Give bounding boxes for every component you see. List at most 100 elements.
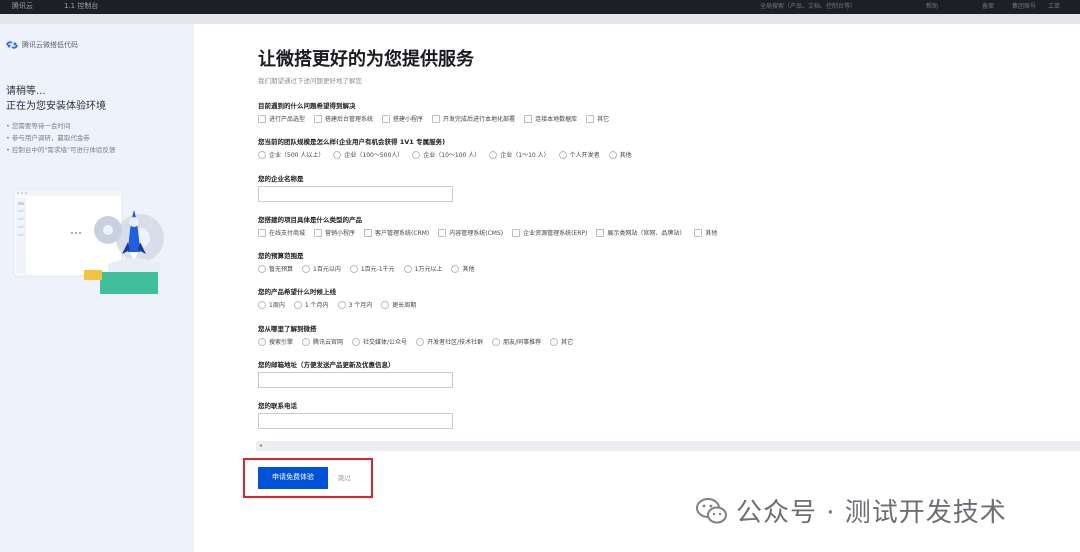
workspace-switcher[interactable]: 1.1 控制台	[64, 1, 98, 11]
radio-option[interactable]: 3 个月内	[337, 300, 372, 309]
checkbox[interactable]	[258, 114, 266, 123]
radio-option[interactable]: 其他	[608, 150, 632, 159]
radio[interactable]	[451, 264, 460, 273]
radio-option[interactable]: 个人开发者	[558, 150, 600, 159]
radio[interactable]	[333, 150, 342, 159]
checkbox[interactable]	[314, 228, 323, 237]
radio[interactable]	[403, 264, 412, 273]
checkbox-option[interactable]: 企业资源管理系统(ERP)	[512, 228, 587, 237]
radio-option[interactable]: 1百元以内	[302, 264, 341, 273]
nav-ticket[interactable]: 工单	[1048, 1, 1060, 10]
checkbox-option[interactable]: 搭建后台管理系统	[314, 114, 373, 123]
wechat-icon	[696, 497, 727, 523]
radio-option[interactable]: 1百元-1千元	[349, 264, 395, 273]
email-input[interactable]	[258, 372, 453, 388]
checkbox[interactable]	[382, 114, 391, 123]
question-team-size-label: 您当前的团队规模是怎么样(企业用户有机会获得 1V1 专属服务)	[258, 138, 446, 146]
checkbox-option[interactable]: 展示类网站（官网、品牌站）	[596, 228, 685, 237]
radio[interactable]	[337, 300, 346, 309]
apply-free-trial-button[interactable]: 申请免费体验	[258, 467, 328, 489]
brand-logo[interactable]: 腾讯云	[12, 1, 33, 11]
wechat-watermark: 公众号 · 测试开发技术	[696, 492, 1007, 529]
checkbox[interactable]	[314, 114, 323, 123]
radio-option[interactable]: 1 个月内	[293, 300, 329, 309]
radio-option[interactable]: 企业（10～100 人）	[412, 150, 480, 159]
checkbox-option[interactable]: 进行产品选型	[258, 114, 305, 123]
radio-option[interactable]: 1万元以上	[403, 264, 442, 273]
tip-item: • 您需要等待一会时间	[6, 122, 71, 130]
radio[interactable]	[258, 150, 266, 159]
checkbox-option[interactable]: 其他	[694, 228, 717, 237]
checkbox[interactable]	[258, 228, 266, 237]
radio-option[interactable]: 其它	[550, 337, 573, 346]
product-name: 腾讯云微搭低代码	[22, 41, 78, 49]
radio-option[interactable]: 朋友/同事推荐	[492, 337, 541, 346]
checkbox-option[interactable]: 内容管理系统(CMS)	[438, 228, 503, 237]
radio-option[interactable]: 企业（500 人以上）	[258, 150, 324, 159]
skip-button[interactable]: 跳过	[338, 467, 351, 489]
nav-group-account[interactable]: 集团账号	[1012, 1, 1036, 10]
wait-heading: 请稍等...	[6, 86, 46, 97]
radio[interactable]	[258, 337, 266, 346]
radio-option[interactable]: 更长周期	[381, 300, 416, 309]
radio-option[interactable]: 暂无预算	[258, 264, 293, 273]
question-source-label: 您从哪里了解到微搭	[258, 325, 317, 333]
checkbox-option[interactable]: 营销小程序	[314, 228, 355, 237]
nav-filing[interactable]: 备案	[982, 1, 994, 10]
radio[interactable]	[550, 337, 559, 346]
radio-option[interactable]: 搜索引擎	[258, 337, 293, 346]
radio[interactable]	[302, 264, 311, 273]
page-divider-strip	[0, 14, 1080, 24]
installing-heading: 正在为您安装体验环境	[6, 101, 106, 112]
radio[interactable]	[293, 300, 302, 309]
product-logo: 腾讯云微搭低代码	[6, 40, 78, 50]
radio[interactable]	[302, 337, 311, 346]
page-title: 让微搭更好的为您提供服务	[258, 49, 474, 70]
nav-help[interactable]: 帮助	[926, 1, 938, 10]
radio-option[interactable]: 企业（1～10 人）	[489, 150, 550, 159]
checkbox[interactable]	[512, 228, 521, 237]
checkbox[interactable]	[586, 114, 595, 123]
radio[interactable]	[258, 264, 266, 273]
radio[interactable]	[489, 150, 498, 159]
radio-option[interactable]: 腾讯云官网	[302, 337, 343, 346]
checkbox[interactable]	[438, 228, 447, 237]
radio[interactable]	[416, 337, 425, 346]
watermark-text: 公众号 · 测试开发技术	[736, 498, 1007, 528]
scroll-left-icon[interactable]: ◂	[259, 442, 262, 449]
radio[interactable]	[381, 300, 390, 309]
install-progress-panel: 腾讯云微搭低代码 请稍等... 正在为您安装体验环境 • 您需要等待一会时间 •…	[0, 24, 194, 552]
radio-option[interactable]: 企业（100～500人）	[333, 150, 403, 159]
checkbox[interactable]	[596, 228, 605, 237]
radio[interactable]	[258, 300, 266, 309]
radio-option[interactable]: 1周内	[258, 300, 285, 309]
radio[interactable]	[558, 150, 567, 159]
radio-option[interactable]: 开发者社区/技术社群	[416, 337, 483, 346]
checkbox-option[interactable]: 连接本地数据库	[524, 114, 577, 123]
radio[interactable]	[349, 264, 358, 273]
radio-option[interactable]: 其他	[451, 264, 475, 273]
checkbox[interactable]	[432, 114, 441, 123]
checkbox[interactable]	[694, 228, 703, 237]
radio-option[interactable]: 社交媒体/公众号	[352, 337, 407, 346]
question-launch-time-options: 1周内 1 个月内 3 个月内 更长周期	[258, 300, 425, 309]
checkbox-option[interactable]: 开发完成后进行本地化部署	[432, 114, 515, 123]
checkbox-option[interactable]: 其它	[586, 114, 609, 123]
page-subtitle: 我们期望通过下述问题更好地了解您	[258, 77, 362, 85]
checkbox-option[interactable]: 客户管理系统(CRM)	[364, 228, 429, 237]
radio[interactable]	[492, 337, 501, 346]
radio[interactable]	[608, 150, 617, 159]
company-name-input[interactable]	[258, 186, 453, 202]
radio[interactable]	[412, 150, 421, 159]
global-search-input[interactable]: 全局搜索（产品、文档、控制台等）	[760, 1, 920, 10]
checkbox[interactable]	[364, 228, 373, 237]
radio[interactable]	[352, 337, 361, 346]
weda-logo-icon	[6, 41, 18, 49]
question-product-type-label: 您搭建的项目具体是什么类型的产品	[258, 216, 362, 224]
phone-input[interactable]	[258, 413, 453, 429]
checkbox[interactable]	[524, 114, 533, 123]
tip-item: • 控制台中的"需求墙"可进行体验反馈	[6, 146, 116, 154]
checkbox-option[interactable]: 搭建小程序	[382, 114, 423, 123]
checkbox-option[interactable]: 在线支付商城	[258, 228, 305, 237]
horizontal-scrollbar[interactable]: ◂	[256, 441, 1080, 451]
